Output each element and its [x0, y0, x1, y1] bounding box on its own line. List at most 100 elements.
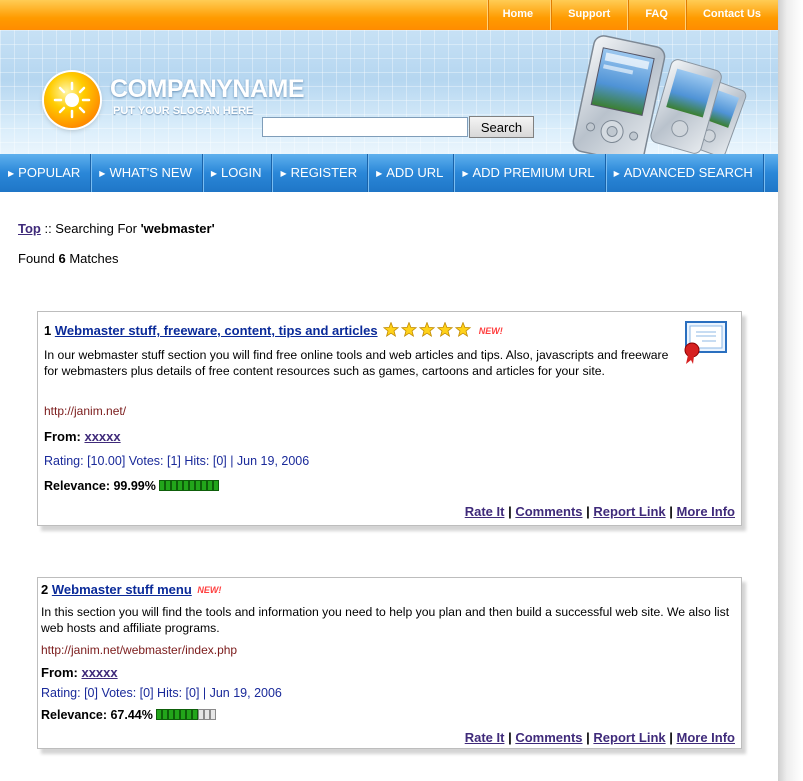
star-rating: [382, 321, 473, 341]
stars-svg: [382, 321, 472, 337]
result-from: From: xxxxx: [41, 665, 118, 680]
relevance-segment: [197, 709, 204, 720]
breadcrumb-separator: :: Searching For: [40, 221, 141, 236]
result-card: 1 Webmaster stuff, freeware, content, ti…: [37, 311, 742, 526]
arrow-icon: ▶: [8, 169, 15, 178]
top-nav-faq[interactable]: FAQ: [627, 0, 685, 30]
breadcrumb-top-link[interactable]: Top: [18, 221, 41, 236]
more-info-link[interactable]: More Info: [677, 730, 736, 745]
relevance-segment: [161, 709, 168, 720]
relevance-label: Relevance: 67.44%: [41, 708, 153, 722]
result-meta: Rating: [0] Votes: [0] Hits: [0] | Jun 1…: [41, 686, 282, 700]
result-description: In our webmaster stuff section you will …: [44, 348, 669, 378]
nav-advanced-search[interactable]: ▶ ADVANCED SEARCH: [606, 154, 764, 192]
relevance-segment: [173, 709, 180, 720]
result-card: 2 Webmaster stuff menu NEW! In this sect…: [37, 577, 742, 749]
star-icon: [382, 321, 400, 337]
star-icon: [400, 321, 418, 337]
result-title-line: 1 Webmaster stuff, freeware, content, ti…: [44, 321, 503, 341]
arrow-icon: ▶: [462, 169, 469, 178]
relevance-segment: [203, 709, 210, 720]
from-label: From:: [44, 429, 81, 444]
result-url: http://janim.net/webmaster/index.php: [41, 643, 238, 657]
top-nav-contact-us[interactable]: Contact Us: [684, 0, 778, 30]
pda-devices-image: [572, 35, 747, 154]
result-title-link[interactable]: Webmaster stuff menu: [52, 582, 192, 597]
nav-label: POPULAR: [18, 165, 81, 180]
nav-label: WHAT'S NEW: [109, 165, 192, 180]
comments-link[interactable]: Comments: [515, 730, 582, 745]
relevance-segment: [188, 480, 195, 491]
relevance-segment: [191, 709, 198, 720]
match-count: 6: [58, 251, 66, 266]
relevance-segment: [176, 480, 183, 491]
breadcrumb: Top :: Searching For 'webmaster': [18, 221, 215, 236]
nav-register[interactable]: ▶ REGISTER: [272, 154, 369, 192]
search-input[interactable]: [262, 117, 468, 137]
rate-it-link[interactable]: Rate It: [465, 504, 505, 519]
found-count-text: Found 6 Matches: [18, 251, 118, 266]
top-nav-support[interactable]: Support: [550, 0, 627, 30]
result-relevance: Relevance: 67.44%: [41, 708, 218, 722]
relevance-segment: [170, 480, 177, 491]
star-icon: [418, 321, 436, 337]
from-label: From:: [41, 665, 78, 680]
nav-label: ADD URL: [386, 165, 444, 180]
new-badge: NEW!: [197, 585, 222, 595]
sun-logo-icon: [44, 72, 100, 128]
relevance-label: Relevance: 99.99%: [44, 479, 156, 493]
comments-link[interactable]: Comments: [515, 504, 582, 519]
found-prefix: Found: [18, 251, 59, 266]
nav-label: ADD PREMIUM URL: [472, 165, 595, 180]
arrow-icon: ▶: [210, 169, 218, 178]
relevance-bar: [158, 480, 219, 491]
page-shadow: [778, 0, 803, 781]
company-slogan: PUT YOUR SLOGAN HERE: [113, 105, 254, 117]
report-link[interactable]: Report Link: [593, 504, 665, 519]
relevance-segment: [158, 480, 165, 491]
top-bar: Home Support FAQ Contact Us: [0, 0, 778, 30]
result-relevance: Relevance: 99.99%: [44, 479, 221, 493]
relevance-segment: [200, 480, 207, 491]
result-from: From: xxxxx: [44, 429, 121, 444]
relevance-segment: [194, 480, 201, 491]
arrow-icon: ▶: [613, 169, 620, 178]
report-link[interactable]: Report Link: [593, 730, 665, 745]
new-badge: NEW!: [478, 326, 503, 336]
nav-popular[interactable]: ▶ POPULAR: [0, 154, 92, 192]
more-info-link[interactable]: More Info: [677, 504, 736, 519]
relevance-segment: [155, 709, 162, 720]
star-icon: [436, 321, 454, 337]
page: Home Support FAQ Contact Us COMPANYNAME …: [0, 0, 778, 781]
from-user-link[interactable]: xxxxx: [84, 429, 120, 444]
result-title-link[interactable]: Webmaster stuff, freeware, content, tips…: [55, 323, 378, 338]
arrow-icon: ▶: [99, 169, 106, 178]
nav-login[interactable]: ▶ LOGIN: [203, 154, 273, 192]
found-suffix: Matches: [65, 251, 119, 266]
relevance-segment: [209, 709, 216, 720]
top-nav-home[interactable]: Home: [486, 0, 551, 30]
search-button[interactable]: Search: [469, 116, 534, 138]
search-query: 'webmaster': [140, 221, 215, 236]
result-number: 2: [41, 582, 49, 597]
nav-label: LOGIN: [221, 165, 262, 180]
relevance-segment: [179, 709, 186, 720]
nav-add-url[interactable]: ▶ ADD URL: [368, 154, 455, 192]
result-actions: Rate It | Comments | Report Link | More …: [464, 730, 736, 745]
company-name: COMPANYNAME: [110, 75, 305, 103]
relevance-segment: [167, 709, 174, 720]
result-description: In this section you will find the tools …: [41, 605, 730, 635]
nav-add-premium-url[interactable]: ▶ ADD PREMIUM URL: [454, 154, 606, 192]
result-title-line: 2 Webmaster stuff menu NEW!: [41, 582, 221, 597]
certificate-icon: [684, 321, 727, 364]
relevance-segment: [164, 480, 171, 491]
nav-whats-new[interactable]: ▶ WHAT'S NEW: [91, 154, 203, 192]
arrow-icon: ▶: [376, 169, 383, 178]
from-user-link[interactable]: xxxxx: [81, 665, 117, 680]
main-nav: ▶ POPULAR ▶ WHAT'S NEW ▶ LOGIN ▶ REGISTER ▶ A…: [0, 154, 778, 192]
result-actions: Rate It | Comments | Report Link | More …: [464, 504, 736, 519]
nav-label: REGISTER: [290, 165, 358, 180]
result-number: 1: [44, 323, 52, 338]
rate-it-link[interactable]: Rate It: [465, 730, 505, 745]
result-meta: Rating: [10.00] Votes: [1] Hits: [0] | J…: [44, 454, 310, 468]
